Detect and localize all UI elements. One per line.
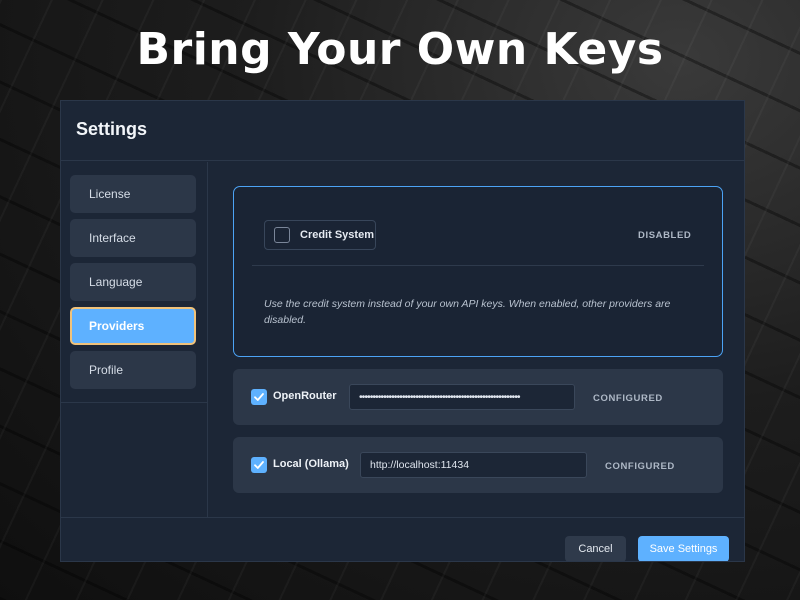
- promo-headline: Bring Your Own Keys: [136, 24, 664, 75]
- credit-system-label: Credit System: [300, 229, 374, 241]
- credit-system-status: DISABLED: [638, 230, 692, 241]
- openrouter-label: OpenRouter: [273, 390, 337, 402]
- sidebar-item-providers[interactable]: Providers: [70, 307, 196, 345]
- openrouter-checkbox[interactable]: [251, 389, 267, 405]
- sidebar-item-profile[interactable]: Profile: [70, 351, 196, 389]
- provider-card-ollama: Local (Ollama) CONFIGURED: [233, 437, 723, 493]
- sidebar-item-license[interactable]: License: [70, 175, 196, 213]
- ollama-url-input[interactable]: [360, 452, 587, 478]
- ollama-checkbox[interactable]: [251, 457, 267, 473]
- credit-system-description: Use the credit system instead of your ow…: [264, 298, 671, 326]
- sidebar-item-interface[interactable]: Interface: [70, 219, 196, 257]
- credit-system-checkbox[interactable]: [274, 227, 290, 243]
- openrouter-status: CONFIGURED: [593, 393, 663, 404]
- window-header: Settings: [61, 101, 744, 161]
- settings-sidebar: License Interface Language Providers Pro…: [61, 162, 208, 517]
- credit-system-toggle[interactable]: Credit System: [264, 220, 376, 250]
- checkmark-icon: [254, 393, 264, 401]
- card-divider: [252, 265, 704, 266]
- ollama-label: Local (Ollama): [273, 458, 349, 470]
- providers-panel: Credit System DISABLED Use the credit sy…: [209, 162, 744, 517]
- save-settings-button[interactable]: Save Settings: [638, 536, 729, 561]
- cancel-button[interactable]: Cancel: [565, 536, 626, 561]
- window-footer: Cancel Save Settings: [61, 517, 744, 561]
- ollama-status: CONFIGURED: [605, 461, 675, 472]
- provider-card-openrouter: OpenRouter CONFIGURED: [233, 369, 723, 425]
- openrouter-api-key-input[interactable]: [349, 384, 575, 410]
- credit-system-card: Credit System DISABLED Use the credit sy…: [233, 186, 723, 357]
- checkmark-icon: [254, 461, 264, 469]
- settings-window: Settings License Interface Language Prov…: [60, 100, 745, 562]
- window-title: Settings: [76, 119, 148, 139]
- sidebar-divider: [61, 402, 208, 403]
- sidebar-item-language[interactable]: Language: [70, 263, 196, 301]
